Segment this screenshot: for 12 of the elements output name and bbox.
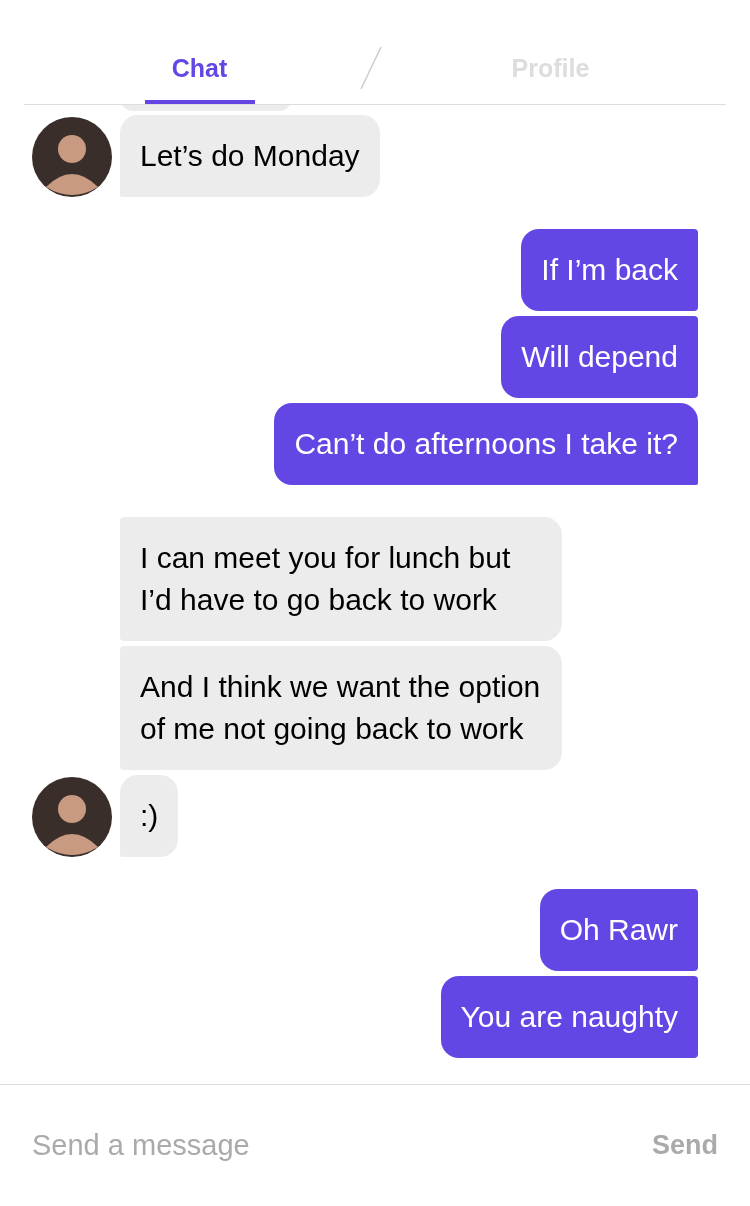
message-input[interactable]: Send a message xyxy=(32,1123,636,1168)
message-bubble: Oh Rawr xyxy=(539,889,698,971)
message-bubble: :) xyxy=(120,775,179,857)
message-bubble: If I’m back xyxy=(521,229,698,311)
message-bubble: And I think we want the option of me not going back to work xyxy=(120,646,562,770)
message-bubble: Can’t do afternoons I take it? xyxy=(274,403,698,485)
message-bubble: Will depend xyxy=(501,316,698,398)
message-bubble: You are naughty xyxy=(440,976,698,1058)
message-bubble: Let’s do Monday xyxy=(120,115,380,197)
message-bubble: I can meet you for lunch but I’d have to go back to work xyxy=(120,517,562,641)
send-button[interactable]: Send xyxy=(652,1125,718,1166)
tab-divider xyxy=(359,46,383,90)
